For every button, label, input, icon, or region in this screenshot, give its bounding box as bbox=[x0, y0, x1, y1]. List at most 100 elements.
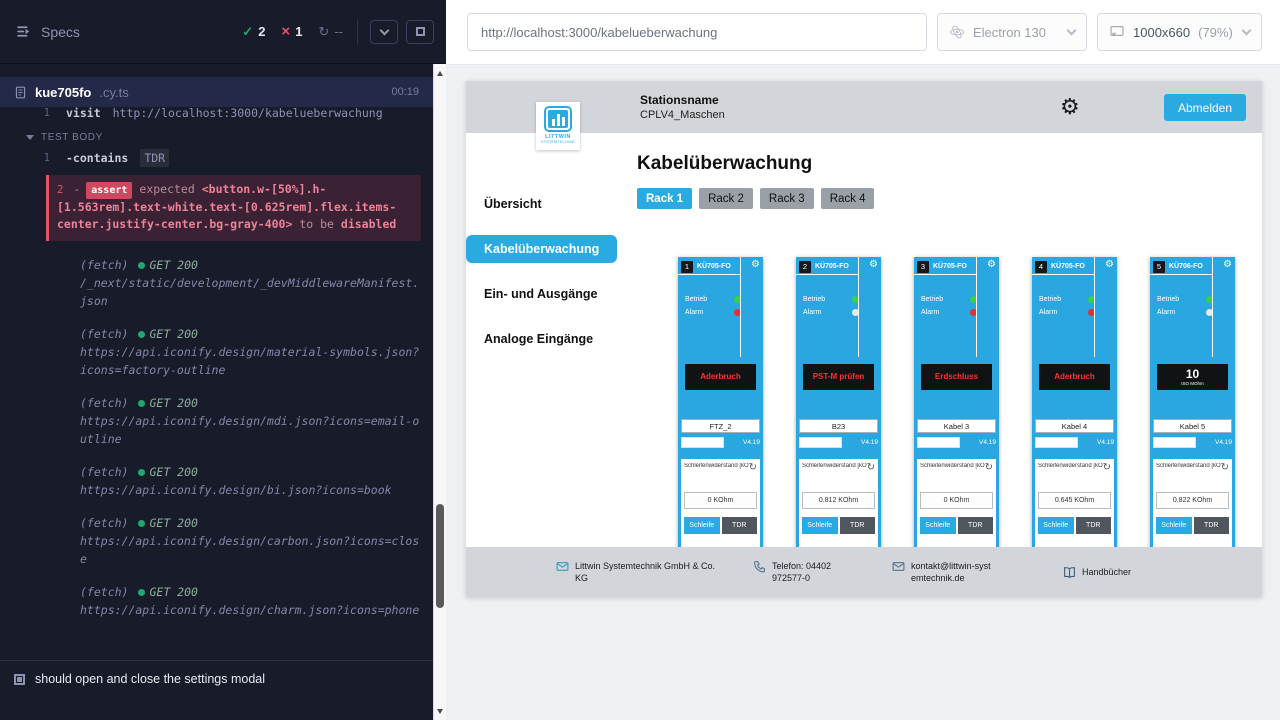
pending-icon: ↻ bbox=[318, 24, 329, 40]
schleife-button[interactable]: Schleife bbox=[684, 517, 720, 534]
fetch-log-entry[interactable]: (fetch)GET 200 https://api.iconify.desig… bbox=[80, 463, 423, 499]
chevron-down-icon bbox=[1067, 26, 1077, 36]
card-model-label: KÜ705-FO bbox=[933, 263, 967, 270]
card-gear-icon[interactable]: ⚙ bbox=[1105, 260, 1114, 270]
stop-tests-button[interactable] bbox=[406, 20, 434, 44]
resistance-value: 0.812 KOhm bbox=[802, 492, 875, 509]
status-subtext: ISO MOhm bbox=[1181, 381, 1204, 386]
fetch-log-entry[interactable]: (fetch)GET 200 https://api.iconify.desig… bbox=[80, 394, 423, 448]
scroll-up-arrow[interactable] bbox=[434, 66, 446, 80]
failed-assert-command[interactable]: 2-assertexpected <button.w-[50%].h-[1.56… bbox=[46, 175, 421, 241]
fetch-url: /_next/static/development/_devMiddleware… bbox=[80, 274, 423, 310]
fetch-status: GET 200 bbox=[149, 463, 197, 481]
settings-gear-icon[interactable]: ⚙ bbox=[1060, 96, 1080, 118]
viewport-size: 1000x660 bbox=[1133, 25, 1190, 40]
card-gear-icon[interactable]: ⚙ bbox=[869, 260, 878, 270]
device-card: 1 KÜ705-FO ⚙ Betrieb Alarm Aderbruch bbox=[678, 257, 763, 557]
resistance-panel: Schleifenwiderstand [kOhm]↻ 0 KOhm Schle… bbox=[681, 459, 760, 557]
test-body-section-toggle[interactable]: TEST BODY bbox=[14, 122, 433, 147]
triangle-up-icon bbox=[437, 71, 443, 76]
resistance-panel: Schleifenwiderstand [kOhm]↻ 0.645 KOhm S… bbox=[1035, 459, 1114, 557]
fetch-log-entry[interactable]: (fetch)GET 200 https://api.iconify.desig… bbox=[80, 514, 423, 568]
tab-rack-1[interactable]: Rack 1 bbox=[637, 188, 692, 209]
refresh-icon[interactable]: ↻ bbox=[867, 463, 875, 472]
schleife-button[interactable]: Schleife bbox=[802, 517, 838, 534]
refresh-icon[interactable]: ↻ bbox=[985, 463, 993, 472]
contains-command[interactable]: 1 -contains TDR bbox=[14, 149, 433, 167]
schleife-button[interactable]: Schleife bbox=[1156, 517, 1192, 534]
tdr-button[interactable]: TDR bbox=[958, 517, 994, 534]
passed-count: ✓2 bbox=[242, 24, 265, 40]
card-divider bbox=[796, 274, 858, 275]
collapse-all-button[interactable] bbox=[370, 20, 398, 44]
sidebar-scrollbar[interactable] bbox=[433, 64, 446, 720]
footer-email[interactable]: kontakt@littwin-systemtechnik.de bbox=[892, 560, 993, 584]
card-divider bbox=[678, 274, 740, 275]
command-log: kue705fo.cy.ts 00:19 1 visit http://loca… bbox=[0, 64, 433, 720]
station-value: CPLV4_Maschen bbox=[640, 109, 725, 121]
fetch-log-entry[interactable]: (fetch)GET 200 https://api.iconify.desig… bbox=[80, 583, 423, 619]
resistance-value: 0 KOhm bbox=[684, 492, 757, 509]
tab-rack-4[interactable]: Rack 4 bbox=[821, 188, 875, 209]
logout-button[interactable]: Abmelden bbox=[1164, 94, 1246, 121]
sidebar-item-kabelueberwachung[interactable]: Kabelüberwachung bbox=[466, 235, 617, 263]
failed-count: ×1 bbox=[281, 23, 302, 40]
resistance-panel: Schleifenwiderstand [kOhm]↻ 0 KOhm Schle… bbox=[917, 459, 996, 557]
card-gear-icon[interactable]: ⚙ bbox=[987, 260, 996, 270]
refresh-icon[interactable]: ↻ bbox=[1221, 463, 1229, 472]
tdr-button[interactable]: TDR bbox=[840, 517, 876, 534]
fetch-prefix: (fetch) bbox=[80, 325, 128, 343]
fetch-log-entry[interactable]: (fetch)GET 200 /_next/static/development… bbox=[80, 256, 423, 310]
footer-phone[interactable]: Telefon: 04402 972577-0 bbox=[753, 560, 864, 584]
card-divider bbox=[1212, 257, 1213, 357]
cable-name: B23 bbox=[799, 419, 878, 433]
schleife-button[interactable]: Schleife bbox=[1038, 517, 1074, 534]
card-gear-icon[interactable]: ⚙ bbox=[1223, 260, 1232, 270]
schleife-button[interactable]: Schleife bbox=[920, 517, 956, 534]
chevron-down-icon bbox=[26, 135, 34, 140]
card-number-badge: 5 bbox=[1153, 261, 1165, 273]
pending-test-row[interactable]: should open and close the settings modal bbox=[0, 660, 433, 720]
scroll-down-arrow[interactable] bbox=[434, 704, 446, 718]
sidebar-item-uebersicht[interactable]: Übersicht bbox=[466, 190, 621, 218]
footer-manuals-link[interactable]: Handbücher bbox=[1063, 566, 1131, 579]
tdr-button[interactable]: TDR bbox=[722, 517, 758, 534]
aut-toolbar: Electron 130 1000x660 (79%) bbox=[446, 0, 1280, 65]
url-input[interactable] bbox=[467, 13, 927, 51]
fetch-status: GET 200 bbox=[149, 583, 197, 601]
refresh-icon[interactable]: ↻ bbox=[749, 463, 757, 472]
status-display: Erdschluss bbox=[921, 364, 992, 390]
app-header: Stationsname CPLV4_Maschen ⚙ Abmelden bbox=[466, 81, 1262, 133]
tdr-button[interactable]: TDR bbox=[1194, 517, 1230, 534]
cable-name: FTZ_2 bbox=[681, 419, 760, 433]
viewport-select[interactable]: 1000x660 (79%) bbox=[1097, 13, 1262, 51]
sidebar-item-ein-und-ausgaenge[interactable]: Ein- und Ausgänge bbox=[466, 280, 621, 308]
tdr-button[interactable]: TDR bbox=[1076, 517, 1112, 534]
station-label: Stationsname bbox=[640, 93, 725, 107]
cross-icon: × bbox=[281, 23, 290, 40]
triangle-down-icon bbox=[437, 709, 443, 714]
card-gear-icon[interactable]: ⚙ bbox=[751, 260, 760, 270]
logo-icon bbox=[544, 106, 572, 132]
card-number-badge: 2 bbox=[799, 261, 811, 273]
spec-header[interactable]: kue705fo.cy.ts 00:19 bbox=[0, 77, 433, 107]
fetch-log-entry[interactable]: (fetch)GET 200 https://api.iconify.desig… bbox=[80, 325, 423, 379]
aut-viewport: LITTWIN SYSTEMTECHNIK Stationsname CPLV4… bbox=[446, 65, 1280, 720]
refresh-icon[interactable]: ↻ bbox=[1103, 463, 1111, 472]
chevron-down-icon bbox=[379, 25, 389, 35]
tab-rack-3[interactable]: Rack 3 bbox=[760, 188, 814, 209]
browser-select[interactable]: Electron 130 bbox=[937, 13, 1087, 51]
specs-menu-button[interactable]: Specs bbox=[16, 23, 80, 40]
card-model-label: KÜ706-FO bbox=[1169, 263, 1203, 270]
visit-command[interactable]: 1 visit http://localhost:3000/kabelueber… bbox=[14, 107, 433, 122]
tab-rack-2[interactable]: Rack 2 bbox=[699, 188, 753, 209]
fetch-prefix: (fetch) bbox=[80, 394, 128, 412]
sidebar-item-analoge-eingaenge[interactable]: Analoge Eingänge bbox=[466, 325, 621, 353]
spec-timer: 00:19 bbox=[391, 86, 419, 98]
alarm-label: Alarm bbox=[803, 309, 821, 316]
fetch-url: https://api.iconify.design/charm.json?ic… bbox=[80, 601, 423, 619]
resistance-label: Schleifenwiderstand [kOhm] bbox=[1156, 463, 1221, 469]
scrollbar-thumb[interactable] bbox=[436, 504, 444, 609]
card-number-badge: 1 bbox=[681, 261, 693, 273]
betrieb-label: Betrieb bbox=[921, 296, 943, 303]
